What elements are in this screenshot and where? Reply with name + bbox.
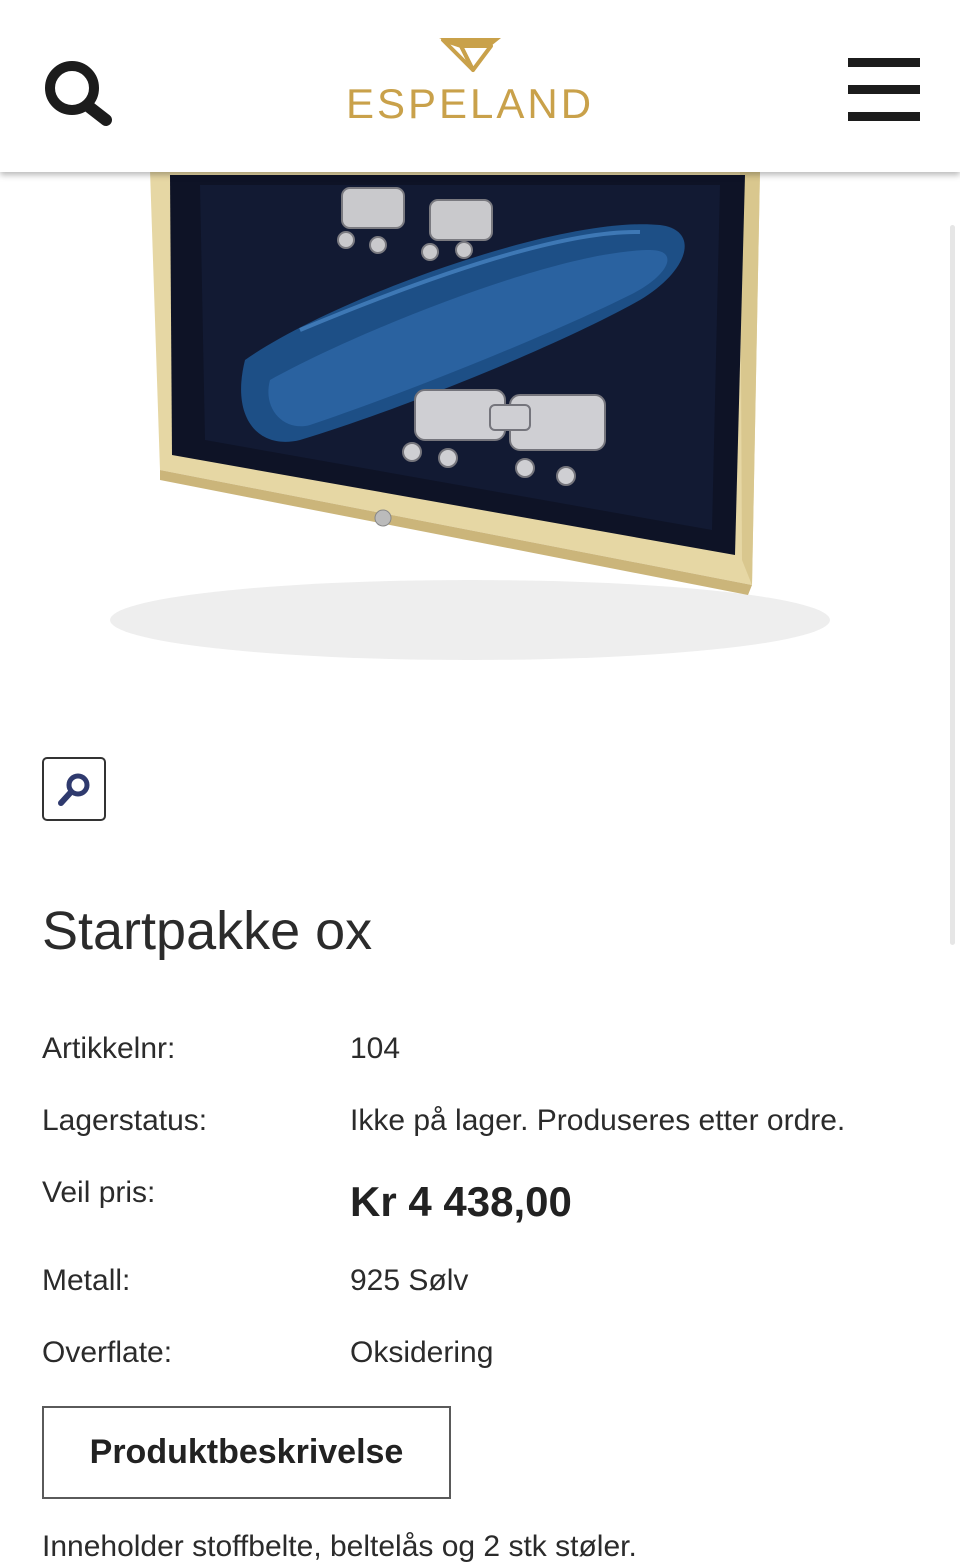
spec-label: Lagerstatus:: [42, 1104, 208, 1137]
price-value: Kr 4 438,00: [350, 1178, 572, 1225]
product-title: Startpakke ox: [42, 901, 373, 961]
product-description-text: Inneholder stoffbelte, beltelås og 2 stk…: [42, 1530, 637, 1563]
site-header: ESPELAND: [0, 0, 960, 172]
spec-value: Oksidering: [350, 1336, 494, 1369]
spec-label: Metall:: [42, 1264, 131, 1297]
spec-value: 925 Sølv: [350, 1264, 469, 1297]
search-button[interactable]: [38, 56, 118, 136]
search-icon: [45, 61, 112, 126]
scrollbar[interactable]: [950, 225, 955, 945]
diamond-logo-icon: [439, 38, 501, 72]
hamburger-bar: [848, 112, 920, 121]
product-description-tab[interactable]: Produktbeskrivelse: [42, 1406, 451, 1499]
brand-logo[interactable]: ESPELAND: [340, 30, 600, 140]
spec-label: Artikkelnr:: [42, 1032, 176, 1065]
spec-label: Veil pris:: [42, 1176, 156, 1209]
zoom-image-button[interactable]: [42, 757, 106, 821]
brand-logo-text: ESPELAND: [345, 80, 595, 127]
magnifier-icon: [58, 773, 90, 806]
spec-label: Overflate:: [42, 1336, 173, 1369]
hamburger-menu-icon: [848, 58, 920, 67]
menu-button[interactable]: [846, 56, 922, 122]
spec-value: 104: [350, 1032, 401, 1065]
spec-value: Ikke på lager. Produseres etter ordre.: [350, 1104, 846, 1137]
hamburger-bar: [848, 85, 920, 94]
